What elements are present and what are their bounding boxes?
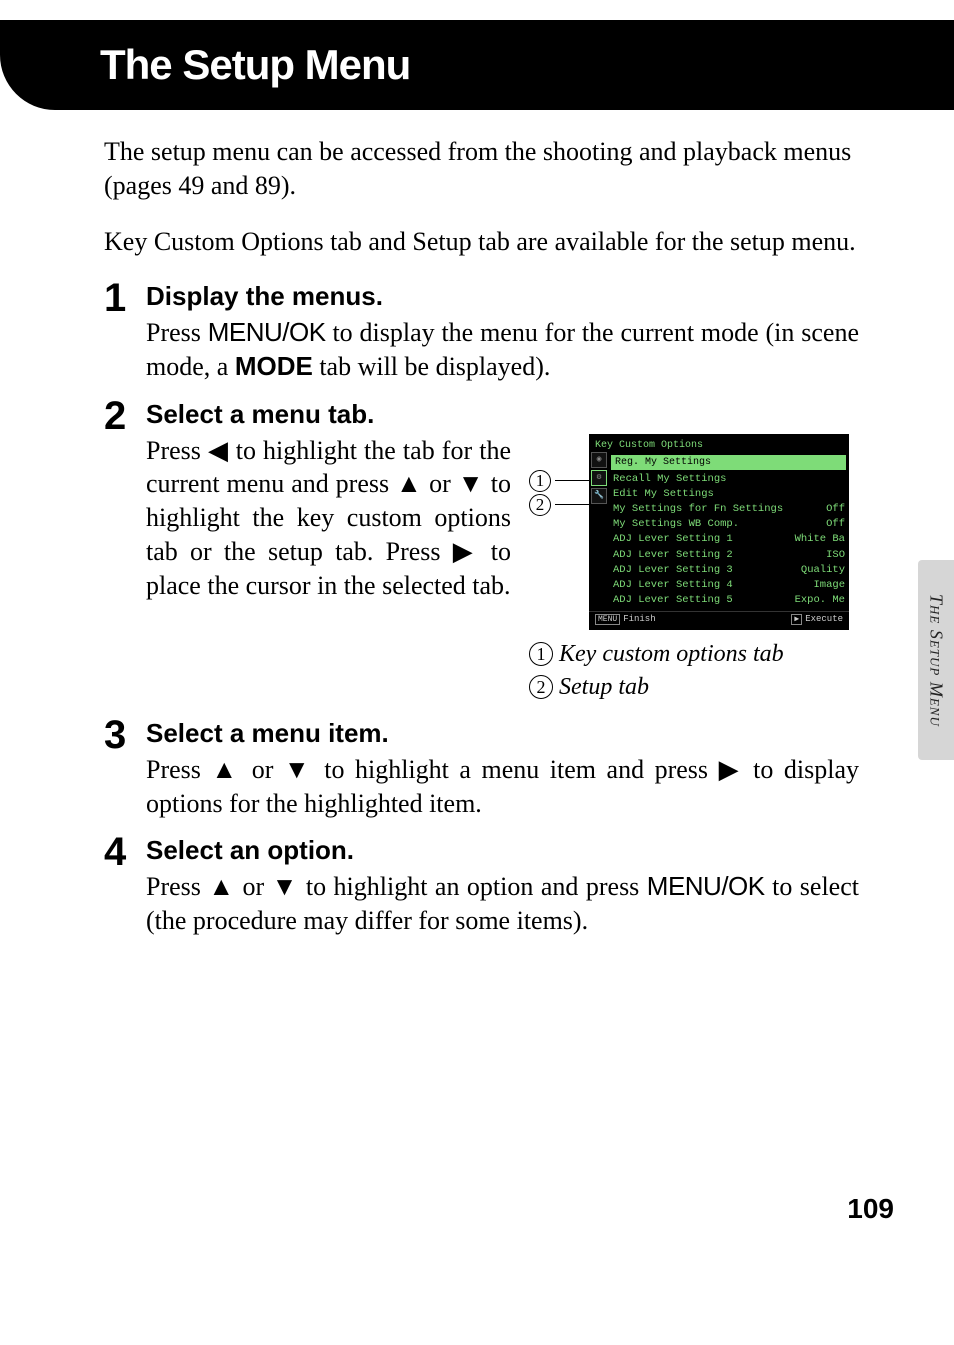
intro-paragraph-2: Key Custom Options tab and Setup tab are… <box>104 225 859 259</box>
step-number: 3 <box>104 715 146 820</box>
step-3: 3 Select a menu item. Press ▲ or ▼ to hi… <box>104 717 859 820</box>
lcd-row: My Settings WB Comp.Off <box>589 517 849 532</box>
lcd-row: ADJ Lever Setting 1White Ba <box>589 532 849 547</box>
step2-figure: 1 2 Key Custom Options ◉ ⚙ 🔧 Reg. My Set… <box>529 434 859 703</box>
lcd-tab-shooting-icon: ◉ <box>591 452 607 468</box>
section-side-tab: The Setup Menu <box>918 560 954 760</box>
lcd-tab-keycustom-icon: ⚙ <box>591 470 607 486</box>
page-title: The Setup Menu <box>100 41 410 89</box>
lcd-highlight-row: Reg. My Settings <box>611 455 846 470</box>
lcd-row: Recall My Settings <box>589 472 849 487</box>
side-tab-label: The Setup Menu <box>926 594 947 727</box>
lcd-title: Key Custom Options <box>589 437 849 454</box>
step-2: 2 Select a menu tab. Press ◀ to highligh… <box>104 398 859 703</box>
step-number: 2 <box>104 396 146 703</box>
lcd-tab-column: ◉ ⚙ 🔧 <box>591 452 609 506</box>
lcd-row: My Settings for Fn SettingsOff <box>589 502 849 517</box>
step-1: 1 Display the menus. Press MENU/OK to di… <box>104 280 859 383</box>
lcd-row: ADJ Lever Setting 4Image <box>589 578 849 593</box>
step-heading: Select a menu tab. <box>146 398 859 432</box>
lcd-row: ADJ Lever Setting 3Quality <box>589 563 849 578</box>
step-4: 4 Select an option. Press ▲ or ▼ to high… <box>104 834 859 937</box>
page-content: The setup menu can be accessed from the … <box>104 135 859 952</box>
step-text: Press ◀ to highlight the tab for the cur… <box>146 434 511 703</box>
page-number: 109 <box>847 1193 894 1225</box>
lcd-row: ADJ Lever Setting 2ISO <box>589 548 849 563</box>
step-heading: Select a menu item. <box>146 717 859 751</box>
figure-legend: 1 Key custom options tab 2 Setup tab <box>529 638 859 703</box>
lcd-row: ADJ Lever Setting 5Expo. Me <box>589 593 849 608</box>
menu-ok-label: MENU/OK <box>647 871 765 901</box>
step-heading: Display the menus. <box>146 280 859 314</box>
mode-label: MODE <box>235 351 313 381</box>
step-number: 4 <box>104 832 146 937</box>
camera-lcd: Key Custom Options ◉ ⚙ 🔧 Reg. My Setting… <box>589 434 849 631</box>
intro-paragraph-1: The setup menu can be accessed from the … <box>104 135 859 203</box>
lcd-footer: MENUFinish ▶Execute <box>589 611 849 628</box>
callout-1: 1 <box>529 470 589 492</box>
step-text: Press MENU/OK to display the menu for th… <box>146 316 859 384</box>
lcd-tab-setup-icon: 🔧 <box>591 488 607 504</box>
page-header: The Setup Menu <box>0 20 954 110</box>
step-number: 1 <box>104 278 146 383</box>
callout-2: 2 <box>529 494 589 516</box>
menu-ok-label: MENU/OK <box>208 317 326 347</box>
step-text: Press ▲ or ▼ to highlight an option and … <box>146 870 859 938</box>
step-text: Press ▲ or ▼ to highlight a menu item an… <box>146 753 859 821</box>
lcd-row: Edit My Settings <box>589 487 849 502</box>
step-heading: Select an option. <box>146 834 859 868</box>
